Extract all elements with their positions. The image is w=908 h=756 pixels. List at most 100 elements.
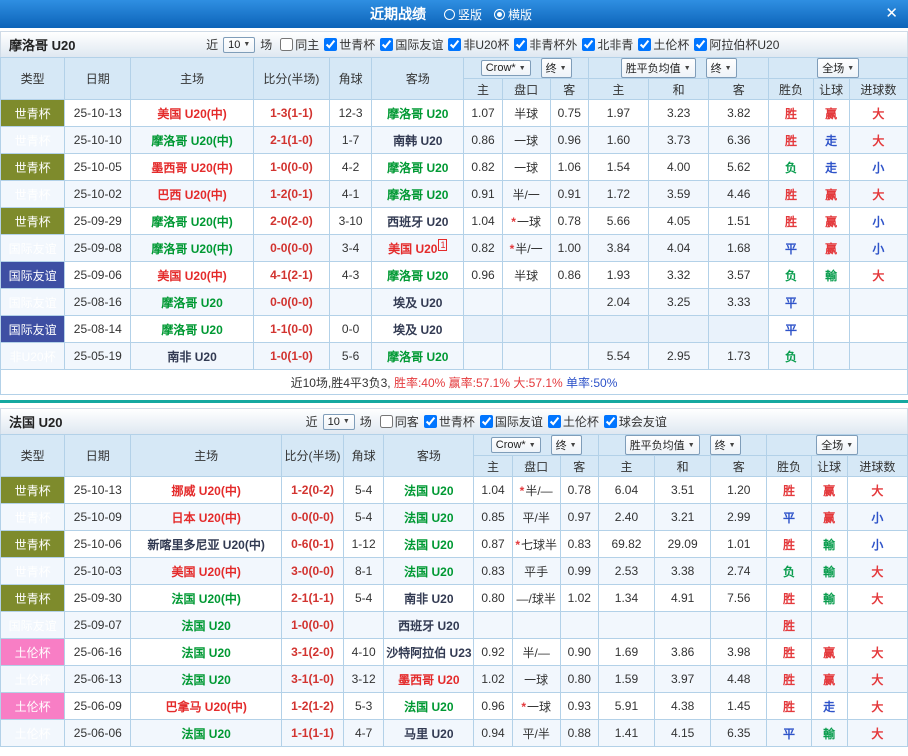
date-cell: 25-09-08 [65,235,131,262]
filter-label: 土伦杯 [653,36,689,53]
filter-checkbox-6[interactable]: 土伦杯 [638,36,689,53]
chevron-down-icon: ▼ [725,65,732,72]
odds-home-cell: 0.87 [474,531,512,558]
filter-checkbox-7[interactable]: 阿拉伯杯U20 [694,36,779,53]
odds-away-cell [550,289,588,316]
type-badge: 土伦杯 [1,639,65,666]
checkbox-input[interactable] [694,38,707,51]
filter-checkbox-1[interactable]: 世青杯 [324,36,375,53]
avg-away-cell: 2.99 [711,504,767,531]
handicap-cell: *一球 [512,693,560,720]
games-count-select[interactable]: 10▼ [223,37,255,53]
games-count-select[interactable]: 10▼ [323,414,355,430]
away-team-cell: 法国 U20 [384,558,474,585]
odds-away-cell [560,612,598,639]
result-wdl-cell: 胜 [767,612,811,639]
odds-home-cell: 0.85 [474,504,512,531]
final-odds-select[interactable]: 终▼ [710,435,741,455]
result-goals-cell: 大 [847,666,907,693]
final-odds-select[interactable]: 终▼ [541,58,572,78]
filter-checkbox-2[interactable]: 国际友谊 [380,36,443,53]
result-handicap-cell: 赢 [811,666,847,693]
final-odds-select[interactable]: 终▼ [706,58,737,78]
scope-select[interactable]: 全场▼ [817,58,859,78]
checkbox-input[interactable] [448,38,461,51]
avg-home-cell: 2.04 [588,289,648,316]
filter-checkbox-0[interactable]: 同主 [280,36,319,53]
checkbox-input[interactable] [638,38,651,51]
avg-draw-cell: 3.86 [655,639,711,666]
table-row: 世青杯25-10-05墨西哥 U20(中)1-0(0-0)4-2摩洛哥 U200… [1,154,908,181]
checkbox-input[interactable] [514,38,527,51]
handicap-cell: 半球 [502,100,550,127]
checkbox-input[interactable] [604,415,617,428]
avg-draw-cell: 4.15 [655,720,711,747]
col-score: 比分(半场) [281,435,343,477]
filter-checkbox-4[interactable]: 球会友谊 [604,413,667,430]
avg-draw-cell: 4.91 [655,585,711,612]
type-badge: 土伦杯 [1,720,65,747]
dialog-title: 近期战绩 [370,4,426,24]
avg-away-cell: 6.35 [711,720,767,747]
filter-checkbox-0[interactable]: 同客 [380,413,419,430]
odds-source-select[interactable]: Crow*▼ [481,60,531,76]
final-odds-select[interactable]: 终▼ [551,435,582,455]
away-team-cell: 埃及 U20 [372,316,464,343]
odds-source-select[interactable]: Crow*▼ [491,437,541,453]
checkbox-input[interactable] [480,415,493,428]
score-cell: 0-0(0-0) [281,504,343,531]
away-team: 法国 U20 [404,538,453,552]
summary-segment: 大:57.1% [513,376,566,390]
checkbox-input[interactable] [582,38,595,51]
corner-cell: 5-3 [344,693,384,720]
odds-away-cell: 0.86 [550,262,588,289]
away-team-cell: 墨西哥 U20 [384,666,474,693]
away-team-cell: 法国 U20 [384,477,474,504]
away-team-cell: 法国 U20 [384,504,474,531]
avg-odds-select[interactable]: 胜平负均值▼ [625,435,700,455]
checkbox-input[interactable] [380,38,393,51]
type-badge: 世青杯 [1,531,65,558]
result-wdl-cell: 胜 [769,208,813,235]
score-cell: 2-0(2-0) [253,208,329,235]
filter-checkbox-1[interactable]: 世青杯 [424,413,475,430]
odds-away-cell: 0.91 [550,181,588,208]
results-table: 类型日期主场比分(半场)角球客场Crow*▼终▼胜平负均值▼终▼全场▼主盘口客主… [0,434,908,747]
result-wdl-cell: 负 [767,558,811,585]
checkbox-input[interactable] [548,415,561,428]
away-team-cell: 摩洛哥 U20 [372,262,464,289]
home-team-cell: 法国 U20 [131,639,281,666]
col-type: 类型 [1,435,65,477]
col-odds-home: 主 [474,456,512,477]
away-team: 南非 U20 [404,592,453,606]
avg-home-cell: 5.91 [598,693,654,720]
home-team-cell: 摩洛哥 U20(中) [131,235,253,262]
score-cell: 0-0(0-0) [253,289,329,316]
home-team-cell: 巴拿马 U20(中) [131,693,281,720]
filter-checkbox-4[interactable]: 非青杯外 [514,36,577,53]
filter-checkbox-5[interactable]: 北非青 [582,36,633,53]
checkbox-input[interactable] [424,415,437,428]
result-goals-cell: 小 [847,504,907,531]
radio-horizontal-layout[interactable]: 横版 [494,6,532,23]
avg-odds-select[interactable]: 胜平负均值▼ [621,58,696,78]
col-avg-away: 客 [711,456,767,477]
date-cell: 25-06-06 [65,720,131,747]
filter-checkbox-3[interactable]: 土伦杯 [548,413,599,430]
close-icon[interactable]: ✕ [885,4,898,24]
checkbox-input[interactable] [324,38,337,51]
date-cell: 25-08-14 [65,316,131,343]
chevron-down-icon: ▼ [243,41,250,48]
filter-checkbox-2[interactable]: 国际友谊 [480,413,543,430]
checkbox-input[interactable] [380,415,393,428]
table-row: 国际友谊25-09-06美国 U20(中)4-1(2-1)4-3摩洛哥 U200… [1,262,908,289]
away-team-cell: 美国 U201 [372,235,464,262]
date-cell: 25-08-16 [65,289,131,316]
avg-away-cell: 1.45 [711,693,767,720]
home-team: 法国 U20(中) [171,592,240,606]
avg-home-cell: 1.54 [588,154,648,181]
radio-vertical-layout[interactable]: 竖版 [444,6,482,23]
filter-checkbox-3[interactable]: 非U20杯 [448,36,509,53]
scope-select[interactable]: 全场▼ [816,435,858,455]
checkbox-input[interactable] [280,38,293,51]
